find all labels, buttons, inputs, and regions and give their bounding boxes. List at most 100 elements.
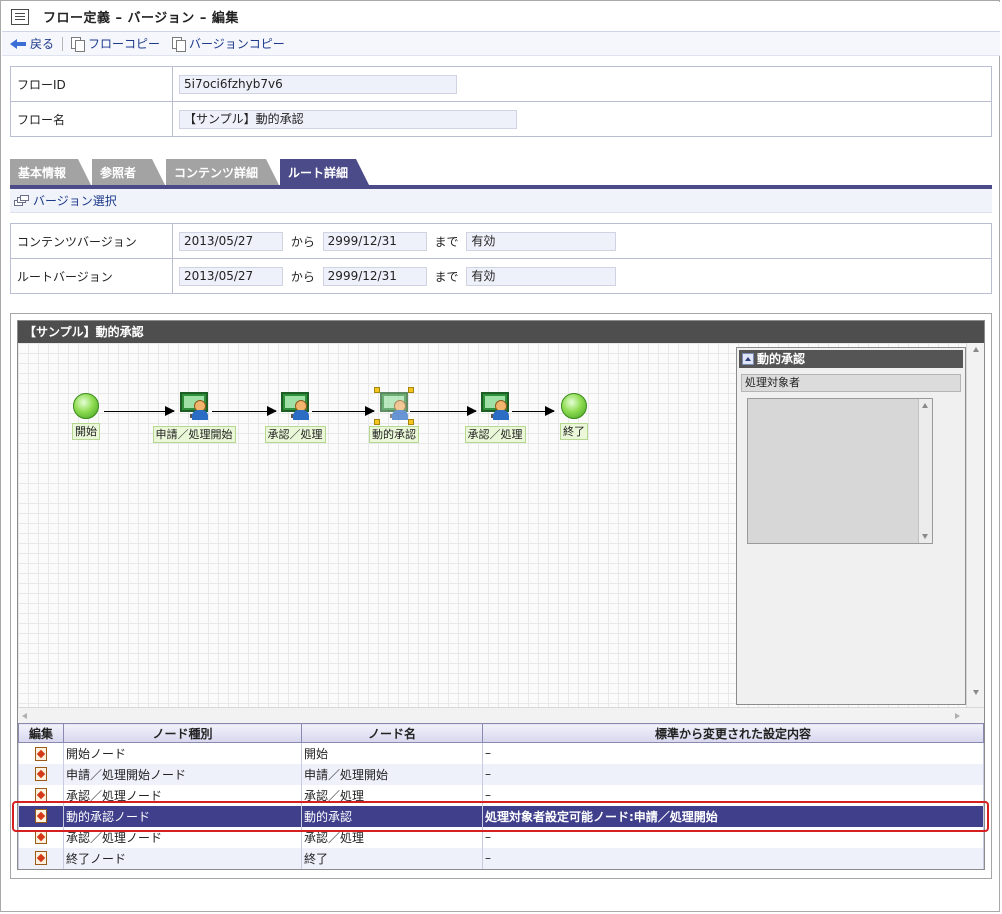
content-to-field[interactable]: 2999/12/31 xyxy=(322,231,427,251)
content-version-label: コンテンツバージョン xyxy=(10,223,173,259)
node-type-cell: 承認／処理ノード xyxy=(63,826,302,848)
col-node-name: ノード名 xyxy=(301,723,483,743)
user-task-icon xyxy=(178,390,210,422)
table-row[interactable]: 承認／処理ノード 承認／処理 – xyxy=(18,826,984,848)
edit-icon[interactable] xyxy=(35,788,47,803)
node-name-cell: 承認／処理 xyxy=(301,784,483,806)
end-node-icon xyxy=(561,393,587,419)
tab-bar: 基本情報 参照者 コンテンツ詳細 ルート詳細 xyxy=(10,159,992,186)
table-row[interactable]: 申請／処理開始ノード 申請／処理開始 – xyxy=(18,763,984,785)
edit-cell xyxy=(18,805,64,827)
canvas-horizontal-scrollbar[interactable] xyxy=(18,707,984,723)
route-to-field[interactable]: 2999/12/31 xyxy=(322,266,427,286)
node-apply[interactable]: 申請／処理開始 xyxy=(146,390,242,443)
flow-name-cell: 【サンプル】動的承認 xyxy=(172,101,992,137)
node-table-header: 編集 ノード種別 ノード名 標準から変更された設定内容 xyxy=(18,723,984,743)
user-task-icon xyxy=(378,390,410,422)
target-users-section: 処理対象者 xyxy=(741,374,961,392)
collapse-icon[interactable] xyxy=(742,353,754,365)
edit-icon[interactable] xyxy=(35,851,47,866)
edit-icon[interactable] xyxy=(35,809,47,824)
node-type-cell: 開始ノード xyxy=(63,742,302,764)
back-button[interactable]: 戻る xyxy=(10,35,54,52)
edit-cell xyxy=(18,763,64,785)
scroll-down-icon[interactable] xyxy=(922,534,928,539)
target-users-list[interactable] xyxy=(747,398,933,544)
content-from-field[interactable]: 2013/05/27 xyxy=(179,231,283,251)
designer-header: 【サンプル】動的承認 xyxy=(18,321,984,343)
version-list-icon xyxy=(14,194,30,207)
selection-handle[interactable] xyxy=(374,387,380,393)
scroll-down-icon[interactable] xyxy=(973,690,979,695)
to-label: まで xyxy=(434,234,459,249)
version-select-link[interactable]: バージョン選択 xyxy=(33,192,117,209)
title-bar: フロー定義 – バージョン – 編集 xyxy=(2,2,1000,32)
changes-cell: – xyxy=(482,763,984,785)
scroll-left-icon[interactable] xyxy=(22,713,27,719)
edit-cell xyxy=(18,826,64,848)
flow-id-row: フローID 5i7oci6fzhyb7v6 xyxy=(10,66,992,102)
flow-name-field[interactable]: 【サンプル】動的承認 xyxy=(179,109,517,129)
route-version-label: ルートバージョン xyxy=(10,258,173,294)
node-dynamic-approve[interactable]: 動的承認 xyxy=(366,387,422,443)
version-copy-button[interactable]: バージョンコピー xyxy=(172,35,285,52)
page-title: フロー定義 – バージョン – 編集 xyxy=(43,11,239,26)
start-node-icon xyxy=(73,393,99,419)
node-label: 開始 xyxy=(72,423,100,440)
node-type-cell: 動的承認ノード xyxy=(63,805,302,827)
content-version-row: コンテンツバージョン 2013/05/27 から 2999/12/31 まで 有… xyxy=(10,223,992,259)
node-type-cell: 承認／処理ノード xyxy=(63,784,302,806)
version-table: コンテンツバージョン 2013/05/27 から 2999/12/31 まで 有… xyxy=(10,223,992,294)
list-scrollbar[interactable] xyxy=(918,399,932,543)
copy-icon xyxy=(172,36,187,52)
scroll-up-icon[interactable] xyxy=(922,403,928,408)
main-window: フロー定義 – バージョン – 編集 戻る フローコピー バージョンコピー フロ… xyxy=(0,0,1000,912)
user-task-icon xyxy=(279,390,311,422)
node-start[interactable]: 開始 xyxy=(66,393,106,440)
flow-id-field[interactable]: 5i7oci6fzhyb7v6 xyxy=(179,74,457,94)
node-label: 終了 xyxy=(560,423,588,440)
node-approve-2[interactable]: 承認／処理 xyxy=(460,390,530,443)
edit-icon[interactable] xyxy=(35,830,47,845)
route-version-row: ルートバージョン 2013/05/27 から 2999/12/31 まで 有効 xyxy=(10,258,992,294)
node-label: 承認／処理 xyxy=(264,426,326,443)
flow-id-label: フローID xyxy=(10,66,173,102)
from-label: から xyxy=(290,234,315,249)
node-name-cell: 申請／処理開始 xyxy=(301,763,483,785)
properties-title: 動的承認 xyxy=(757,352,806,366)
changes-cell: – xyxy=(482,784,984,806)
tab-route-detail[interactable]: ルート詳細 xyxy=(280,159,369,185)
changes-cell: – xyxy=(482,847,984,869)
table-row-selected[interactable]: 動的承認ノード 動的承認 処理対象者設定可能ノード:申請／処理開始 xyxy=(18,805,984,827)
table-row[interactable]: 終了ノード 終了 – xyxy=(18,847,984,869)
node-name-cell: 動的承認 xyxy=(301,805,483,827)
flow-name-row: フロー名 【サンプル】動的承認 xyxy=(10,101,992,137)
tab-basic-info[interactable]: 基本情報 xyxy=(10,159,91,185)
route-designer: 【サンプル】動的承認 開始 申請／処理開始 承認／処理 動的承認 承認／処理 終… xyxy=(10,313,992,879)
flow-id-cell: 5i7oci6fzhyb7v6 xyxy=(172,66,992,102)
tab-viewers[interactable]: 参照者 xyxy=(92,159,165,185)
node-label: 申請／処理開始 xyxy=(152,426,236,443)
changes-cell: – xyxy=(482,826,984,848)
tab-content-detail[interactable]: コンテンツ詳細 xyxy=(166,159,279,185)
document-icon xyxy=(11,8,29,25)
edit-icon[interactable] xyxy=(35,746,47,761)
scroll-up-icon[interactable] xyxy=(973,347,979,352)
table-row[interactable]: 開始ノード 開始 – xyxy=(18,742,984,764)
node-end[interactable]: 終了 xyxy=(554,393,594,440)
designer-inner: 【サンプル】動的承認 開始 申請／処理開始 承認／処理 動的承認 承認／処理 終… xyxy=(17,320,985,870)
node-type-cell: 申請／処理開始ノード xyxy=(63,763,302,785)
route-canvas[interactable]: 開始 申請／処理開始 承認／処理 動的承認 承認／処理 終了 動的承認 処理対象… xyxy=(18,343,984,723)
canvas-vertical-scrollbar[interactable] xyxy=(966,343,984,707)
selection-handle[interactable] xyxy=(408,387,414,393)
node-approve-1[interactable]: 承認／処理 xyxy=(260,390,330,443)
route-from-field[interactable]: 2013/05/27 xyxy=(179,266,283,286)
scroll-right-icon[interactable] xyxy=(955,713,960,719)
edit-icon[interactable] xyxy=(35,767,47,782)
to-label: まで xyxy=(434,269,459,284)
selection-handle[interactable] xyxy=(374,419,380,425)
changes-cell: 処理対象者設定可能ノード:申請／処理開始 xyxy=(482,805,984,827)
table-row[interactable]: 承認／処理ノード 承認／処理 – xyxy=(18,784,984,806)
selection-handle[interactable] xyxy=(408,419,414,425)
flow-copy-button[interactable]: フローコピー xyxy=(71,35,160,52)
